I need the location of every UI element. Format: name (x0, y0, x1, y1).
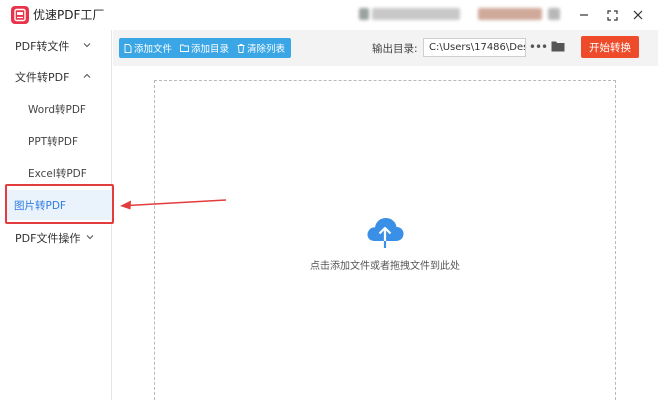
cloud-upload-icon (367, 218, 404, 248)
folder-icon (551, 41, 565, 52)
annotation-highlight-box (5, 184, 114, 224)
trash-icon (237, 43, 245, 53)
title-bar: 优速PDF工厂 (0, 0, 658, 30)
sidebar-category-label: PDF文件操作 (15, 232, 81, 245)
start-convert-button[interactable]: 开始转换 (581, 36, 639, 58)
sidebar-category-label: 文件转PDF (15, 71, 70, 84)
file-icon (124, 43, 132, 53)
chevron-up-icon (83, 73, 91, 78)
window-title: 优速PDF工厂 (33, 8, 105, 22)
close-button[interactable] (628, 5, 648, 25)
blurred-user-info (359, 8, 369, 20)
toolbar: 添加文件 添加目录 清除列表 输出目录: C:\Users\17486\Desk… (113, 30, 658, 66)
more-options-button[interactable]: ••• (529, 39, 548, 55)
sidebar-category-label: PDF转文件 (15, 40, 70, 53)
chevron-down-icon (83, 43, 91, 48)
output-directory-field[interactable]: C:\Users\17486\Deskto (423, 38, 526, 57)
file-drop-zone[interactable]: 点击添加文件或者拖拽文件到此处 (154, 80, 616, 400)
sidebar-category-file-to-pdf[interactable]: 文件转PDF (0, 62, 112, 92)
sidebar-category-pdf-to-file[interactable]: PDF转文件 (0, 31, 112, 61)
output-directory-label: 输出目录: (372, 43, 418, 55)
folder-icon (180, 44, 189, 52)
clear-list-button[interactable]: 清除列表 (237, 41, 285, 55)
drop-zone-hint: 点击添加文件或者拖拽文件到此处 (310, 261, 460, 272)
browse-folder-button[interactable] (551, 40, 565, 55)
add-file-button[interactable]: 添加文件 (124, 41, 172, 55)
fullscreen-icon (606, 9, 618, 21)
maximize-button[interactable] (602, 5, 622, 25)
close-icon (633, 10, 643, 20)
minimize-button[interactable] (574, 5, 594, 25)
sidebar-item-ppt-to-pdf[interactable]: PPT转PDF (0, 126, 112, 156)
chevron-down-icon (86, 235, 94, 240)
minimize-icon (580, 14, 588, 16)
blurred-user-info (372, 8, 460, 20)
blurred-user-info (478, 8, 542, 20)
blurred-user-info (548, 8, 560, 20)
sidebar-item-word-to-pdf[interactable]: Word转PDF (0, 94, 112, 124)
annotation-arrow-icon (120, 199, 227, 210)
add-folder-button[interactable]: 添加目录 (180, 41, 229, 55)
app-logo-icon (11, 6, 29, 24)
file-actions-group: 添加文件 添加目录 清除列表 (119, 38, 291, 58)
sidebar-category-pdf-operations[interactable]: PDF文件操作 (0, 223, 112, 253)
